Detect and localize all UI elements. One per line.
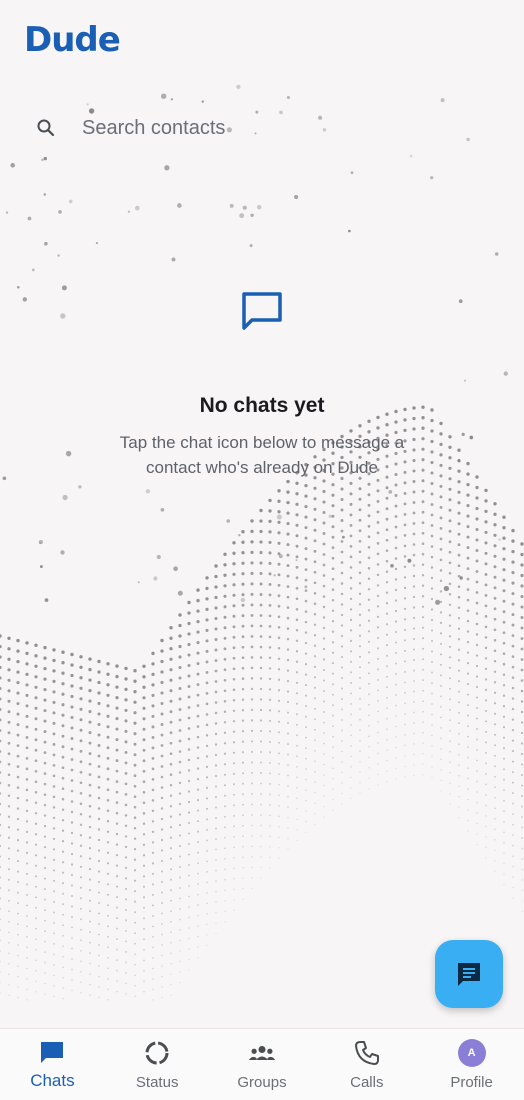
- empty-state-description: Tap the chat icon below to message a con…: [119, 433, 405, 477]
- nav-label-calls: Calls: [350, 1074, 384, 1091]
- search-input[interactable]: [80, 115, 464, 141]
- groups-icon: [248, 1046, 276, 1060]
- nav-item-profile[interactable]: A Profile: [419, 1029, 524, 1100]
- bottom-navigation: Chats Status Groups Calls A Profile: [0, 1028, 524, 1100]
- nav-item-groups[interactable]: Groups: [210, 1029, 315, 1100]
- nav-label-groups: Groups: [237, 1074, 287, 1091]
- search-icon: [37, 119, 55, 137]
- app-screen: Dude No chats yet Tap the chat icon belo…: [0, 0, 524, 1100]
- new-chat-icon: [458, 963, 480, 986]
- nav-item-chats[interactable]: Chats: [0, 1029, 105, 1100]
- nav-label-chats: Chats: [30, 1071, 75, 1090]
- phone-icon: [354, 1041, 379, 1065]
- chat-bubble-icon: [41, 1042, 64, 1063]
- new-chat-button[interactable]: [435, 940, 503, 1008]
- empty-state-title: No chats yet: [199, 394, 325, 417]
- chat-outline-icon: [242, 292, 282, 330]
- status-ring-icon: [145, 1041, 169, 1065]
- nav-item-status[interactable]: Status: [105, 1029, 210, 1100]
- nav-item-calls[interactable]: Calls: [314, 1029, 419, 1100]
- search-bar[interactable]: [20, 100, 504, 156]
- nav-label-profile: Profile: [450, 1074, 493, 1091]
- nav-label-status: Status: [135, 1074, 179, 1091]
- avatar: A: [457, 1039, 486, 1067]
- app-logo: Dude: [24, 20, 121, 60]
